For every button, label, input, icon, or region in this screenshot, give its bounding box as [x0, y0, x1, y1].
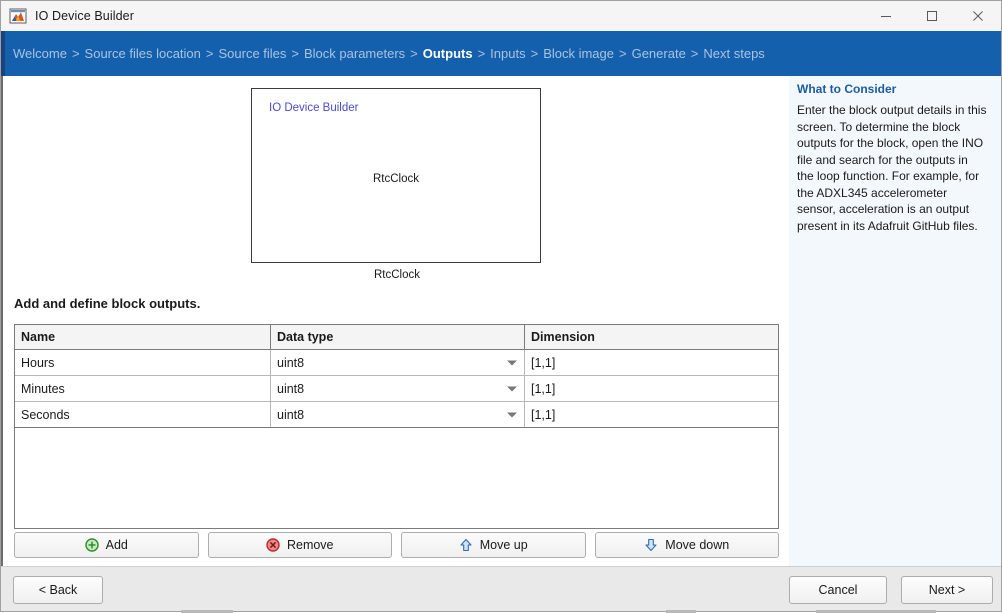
- output-name-field[interactable]: Seconds: [15, 402, 271, 427]
- table-row[interactable]: Hoursuint8[1,1]: [15, 350, 778, 376]
- window-controls: [863, 1, 1001, 31]
- back-button[interactable]: < Back: [13, 576, 103, 604]
- output-data-type-dropdown[interactable]: uint8: [271, 402, 525, 427]
- breadcrumb-item-next-steps[interactable]: Next steps: [703, 46, 764, 61]
- output-name-field[interactable]: Minutes: [15, 376, 271, 401]
- wizard-footer: < Back Cancel Next >: [1, 566, 1001, 611]
- cancel-button[interactable]: Cancel: [789, 576, 887, 604]
- breadcrumb-item-inputs[interactable]: Inputs: [490, 46, 525, 61]
- arrow-up-icon: [459, 538, 473, 552]
- add-button[interactable]: Add: [14, 532, 199, 558]
- main-content: IO Device Builder RtcClock RtcClock Add …: [1, 76, 788, 566]
- x-circle-icon: [266, 538, 280, 552]
- breadcrumb-item-outputs[interactable]: Outputs: [423, 46, 473, 61]
- table-row[interactable]: Secondsuint8[1,1]: [15, 402, 778, 428]
- block-preview-caption: RtcClock: [251, 269, 543, 281]
- side-panel-body: Enter the block output details in this s…: [797, 102, 987, 234]
- chevron-down-icon: [507, 386, 517, 391]
- breadcrumb-item-source-files[interactable]: Source files: [218, 46, 286, 61]
- breadcrumb-separator: >: [691, 46, 699, 61]
- what-to-consider-panel: What to Consider Enter the block output …: [788, 76, 1001, 566]
- column-header-data-type: Data type: [271, 325, 525, 349]
- table-row[interactable]: Minutesuint8[1,1]: [15, 376, 778, 402]
- plus-circle-icon: [85, 538, 99, 552]
- move-up-button-label: Move up: [480, 538, 528, 552]
- outputs-table: Name Data type Dimension Hoursuint8[1,1]…: [14, 324, 779, 529]
- add-button-label: Add: [106, 538, 128, 552]
- breadcrumb-item-welcome[interactable]: Welcome: [13, 46, 67, 61]
- close-icon[interactable]: [955, 1, 1001, 31]
- remove-button[interactable]: Remove: [208, 532, 393, 558]
- breadcrumb: Welcome > Source files location > Source fil…: [1, 31, 1001, 76]
- column-header-dimension: Dimension: [525, 325, 778, 349]
- breadcrumb-separator: >: [72, 46, 80, 61]
- table-empty-area[interactable]: [15, 428, 778, 528]
- output-dimension-field[interactable]: [1,1]: [525, 402, 778, 427]
- next-button[interactable]: Next >: [901, 576, 993, 604]
- table-header-row: Name Data type Dimension: [15, 325, 778, 350]
- breadcrumb-separator: >: [291, 46, 299, 61]
- breadcrumb-separator: >: [619, 46, 627, 61]
- matlab-logo-icon: [9, 7, 27, 25]
- breadcrumb-separator: >: [206, 46, 214, 61]
- minimize-icon[interactable]: [863, 1, 909, 31]
- breadcrumb-separator: >: [531, 46, 539, 61]
- output-data-type-dropdown[interactable]: uint8: [271, 376, 525, 401]
- breadcrumb-separator: >: [410, 46, 418, 61]
- maximize-icon[interactable]: [909, 1, 955, 31]
- chevron-down-icon: [507, 360, 517, 365]
- column-header-name: Name: [15, 325, 271, 349]
- remove-button-label: Remove: [287, 538, 334, 552]
- breadcrumb-item-block-parameters[interactable]: Block parameters: [304, 46, 405, 61]
- breadcrumb-item-source-files-location[interactable]: Source files location: [85, 46, 201, 61]
- block-preview-box: IO Device Builder RtcClock: [251, 88, 541, 263]
- move-down-button-label: Move down: [665, 538, 729, 552]
- output-dimension-field[interactable]: [1,1]: [525, 350, 778, 375]
- breadcrumb-item-block-image[interactable]: Block image: [543, 46, 614, 61]
- output-name-field[interactable]: Hours: [15, 350, 271, 375]
- block-preview-name: RtcClock: [252, 173, 540, 185]
- output-data-type-dropdown[interactable]: uint8: [271, 350, 525, 375]
- breadcrumb-separator: >: [478, 46, 486, 61]
- page-instruction: Add and define block outputs.: [14, 296, 200, 311]
- chevron-down-icon: [507, 412, 517, 417]
- arrow-down-icon: [644, 538, 658, 552]
- io-device-builder-window: IO Device Builder Welcome > Source files l…: [0, 0, 1002, 612]
- output-dimension-field[interactable]: [1,1]: [525, 376, 778, 401]
- window-title: IO Device Builder: [35, 9, 134, 23]
- table-action-bar: Add Remove Move up: [14, 532, 779, 558]
- block-preview: IO Device Builder RtcClock RtcClock: [251, 88, 543, 281]
- title-bar: IO Device Builder: [1, 1, 1001, 32]
- breadcrumb-item-generate[interactable]: Generate: [632, 46, 686, 61]
- side-panel-title: What to Consider: [797, 82, 987, 96]
- move-down-button[interactable]: Move down: [595, 532, 780, 558]
- block-preview-header: IO Device Builder: [269, 102, 358, 114]
- move-up-button[interactable]: Move up: [401, 532, 586, 558]
